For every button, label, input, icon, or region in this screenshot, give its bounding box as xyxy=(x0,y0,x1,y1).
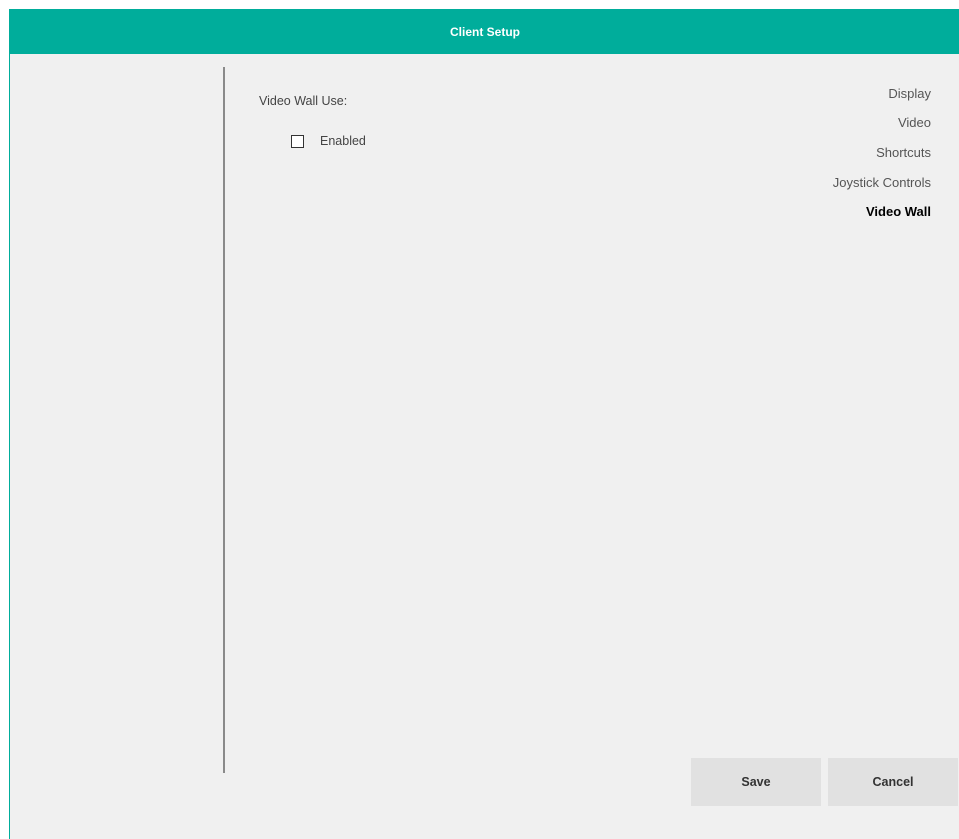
sidebar-item-shortcuts[interactable]: Shortcuts xyxy=(876,145,931,160)
sidebar-item-video-wall[interactable]: Video Wall xyxy=(866,204,931,219)
sidebar-item-joystick-controls[interactable]: Joystick Controls xyxy=(833,175,931,190)
window-title-bar: Client Setup xyxy=(10,9,959,54)
sidebar-item-video[interactable]: Video xyxy=(898,115,931,130)
save-button-label: Save xyxy=(741,775,771,789)
enabled-checkbox-row[interactable]: Enabled xyxy=(291,134,366,148)
window-title: Client Setup xyxy=(449,24,520,39)
enabled-checkbox[interactable] xyxy=(291,134,304,148)
cancel-button[interactable]: Cancel xyxy=(828,758,958,806)
client-setup-window: Client Setup Display Video Shortcuts Joy… xyxy=(9,9,959,839)
save-button[interactable]: Save xyxy=(691,758,821,806)
sidebar-divider xyxy=(223,67,225,773)
sidebar-item-display[interactable]: Display xyxy=(888,86,931,101)
cancel-button-label: Cancel xyxy=(872,775,914,789)
video-wall-use-label: Video Wall Use: xyxy=(259,94,348,108)
enabled-checkbox-label[interactable]: Enabled xyxy=(320,134,366,148)
sidebar-nav xyxy=(10,54,225,779)
